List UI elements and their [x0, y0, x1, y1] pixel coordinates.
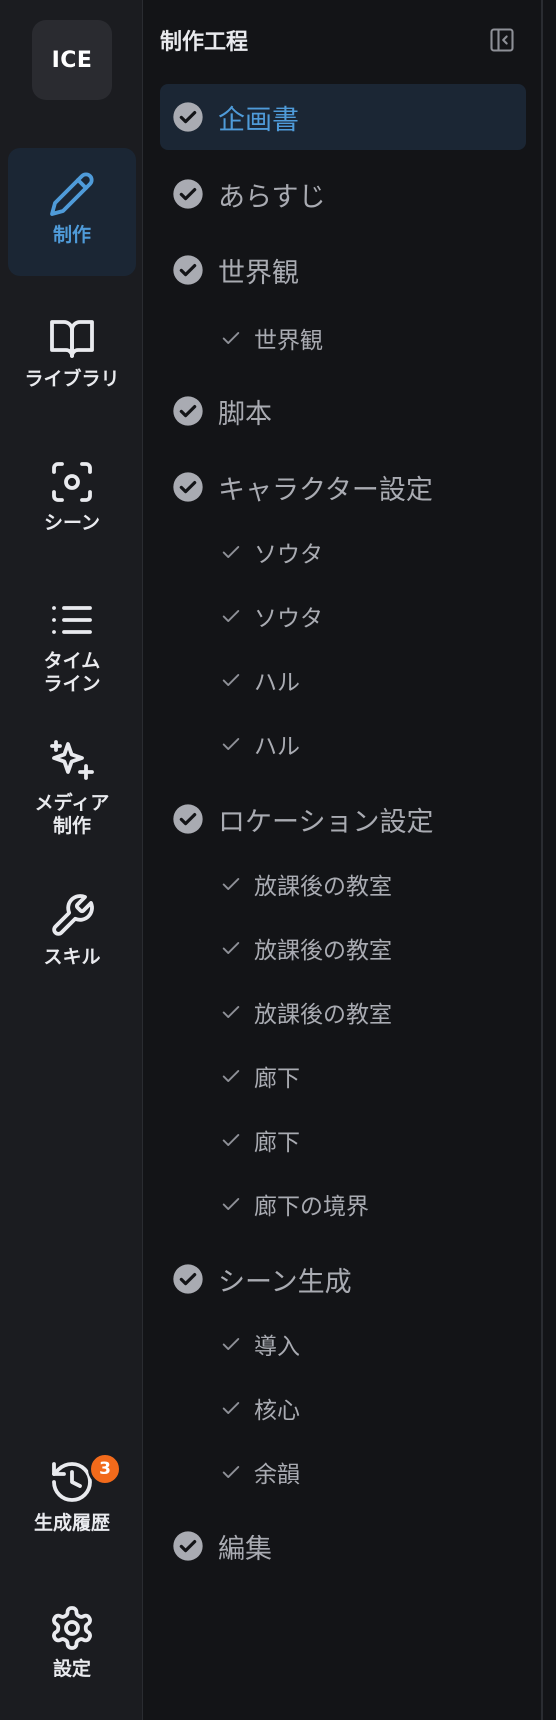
sparkles-icon: [50, 740, 94, 780]
check-circle-icon: [173, 179, 203, 209]
check-circle-icon: [173, 472, 203, 502]
step-label: あらすじ: [218, 181, 326, 213]
nav-label: タイム ライン: [43, 650, 101, 695]
substep-item[interactable]: 放課後の教室: [220, 992, 392, 1032]
history-count-badge: 3: [88, 1452, 122, 1486]
substep-item[interactable]: 廊下: [220, 1120, 300, 1160]
substep-label: ハル: [254, 734, 300, 760]
substep-item[interactable]: 放課後の教室: [220, 864, 392, 904]
step-label: 世界観: [218, 257, 299, 289]
icon-rail: ICE 制作 ライブラリ シーン タイム ライン メディア 制作 スキル 3 生…: [0, 0, 143, 1720]
nav-item-settings[interactable]: 設定: [8, 1604, 136, 1681]
substep-label: 余韻: [254, 1462, 300, 1488]
nav-item-history[interactable]: 3 生成履歴: [8, 1452, 136, 1535]
check-circle-icon: [173, 396, 203, 426]
nav-label: 生成履歴: [33, 1512, 110, 1534]
substep-item[interactable]: 核心: [220, 1388, 300, 1428]
nav-item-library[interactable]: ライブラリ: [8, 314, 136, 391]
step-item[interactable]: 企画書: [160, 84, 526, 150]
step-item[interactable]: あらすじ: [160, 161, 526, 227]
substep-label: 放課後の教室: [254, 874, 392, 900]
substep-label: ソウタ: [254, 606, 323, 632]
step-label: キャラクター設定: [218, 474, 433, 506]
step-item[interactable]: 脚本: [160, 378, 526, 444]
substep-label: ソウタ: [254, 542, 323, 568]
book-open-icon: [50, 320, 94, 358]
nav-item-scene[interactable]: シーン: [8, 458, 136, 535]
substep-item[interactable]: 廊下の境界: [220, 1184, 369, 1224]
step-item[interactable]: キャラクター設定: [160, 454, 526, 520]
check-icon: [222, 878, 240, 890]
check-icon: [222, 1006, 240, 1018]
nav-item-timeline[interactable]: タイム ライン: [8, 596, 136, 696]
step-item[interactable]: シーン生成: [160, 1246, 526, 1312]
check-circle-icon: [173, 1531, 203, 1561]
check-icon: [222, 546, 240, 558]
substep-item[interactable]: 放課後の教室: [220, 928, 392, 968]
substep-label: 廊下: [254, 1130, 300, 1156]
collapse-sidebar-icon[interactable]: [488, 26, 516, 54]
panel-divider: [541, 0, 543, 1720]
nav-label: スキル: [43, 946, 101, 968]
substep-item[interactable]: 廊下: [220, 1056, 300, 1096]
wrench-icon: [52, 894, 94, 936]
check-circle-icon: [173, 102, 203, 132]
step-label: ロケーション設定: [218, 806, 434, 838]
nav-item-media[interactable]: メディア 制作: [8, 738, 136, 838]
list-icon: [52, 606, 92, 634]
substep-item[interactable]: ハル: [220, 724, 300, 764]
check-icon: [222, 942, 240, 954]
step-label: 編集: [218, 1533, 272, 1565]
app-logo[interactable]: ICE: [32, 20, 112, 100]
check-circle-icon: [173, 804, 203, 834]
check-circle-icon: [173, 1264, 203, 1294]
production-steps-panel: 制作工程 企画書 あらすじ 世界観 世界観 脚本 キャラクター設定 ソウタ ソウタ ハル ハル ロケ…: [144, 0, 540, 1720]
panel-title: 制作工程: [160, 30, 249, 55]
check-icon: [222, 1338, 240, 1350]
check-icon: [222, 332, 240, 344]
substep-label: 放課後の教室: [254, 1002, 392, 1028]
step-item[interactable]: ロケーション設定: [160, 786, 526, 852]
substep-item[interactable]: 導入: [220, 1324, 300, 1364]
substep-label: 核心: [254, 1398, 300, 1424]
nav-label: 設定: [52, 1658, 91, 1680]
check-icon: [222, 738, 240, 750]
check-icon: [222, 1466, 240, 1478]
substep-item[interactable]: ソウタ: [220, 532, 323, 572]
nav-item-production[interactable]: 制作: [8, 148, 136, 276]
nav-label: メディア 制作: [34, 792, 110, 837]
substep-label: 廊下の境界: [254, 1194, 369, 1220]
check-icon: [222, 1070, 240, 1082]
app-root: ICE 制作 ライブラリ シーン タイム ライン メディア 制作 スキル 3 生…: [0, 0, 556, 1720]
substep-label: 導入: [254, 1334, 300, 1360]
substep-label: ハル: [254, 670, 300, 696]
gear-icon: [52, 1606, 92, 1650]
nav-label: ライブラリ: [24, 368, 120, 390]
nav-label: 制作: [52, 224, 91, 246]
substep-label: 放課後の教室: [254, 938, 392, 964]
substep-item[interactable]: 余韻: [220, 1452, 300, 1492]
nav-label: シーン: [43, 512, 101, 534]
substep-item[interactable]: ハル: [220, 660, 300, 700]
substep-item[interactable]: ソウタ: [220, 596, 323, 636]
substep-label: 世界観: [254, 328, 323, 354]
step-item[interactable]: 編集: [160, 1513, 526, 1579]
step-label: シーン生成: [218, 1266, 352, 1298]
check-circle-icon: [173, 255, 203, 285]
check-icon: [222, 674, 240, 686]
nav-item-skills[interactable]: スキル: [8, 892, 136, 969]
step-label: 企画書: [218, 104, 299, 136]
check-icon: [222, 1198, 240, 1210]
check-icon: [222, 1402, 240, 1414]
pencil-icon: [50, 172, 94, 216]
scan-focus-icon: [52, 462, 92, 502]
check-icon: [222, 610, 240, 622]
step-label: 脚本: [218, 398, 272, 430]
check-icon: [222, 1134, 240, 1146]
step-item[interactable]: 世界観: [160, 237, 526, 303]
substep-label: 廊下: [254, 1066, 300, 1092]
substep-item[interactable]: 世界観: [220, 318, 323, 358]
